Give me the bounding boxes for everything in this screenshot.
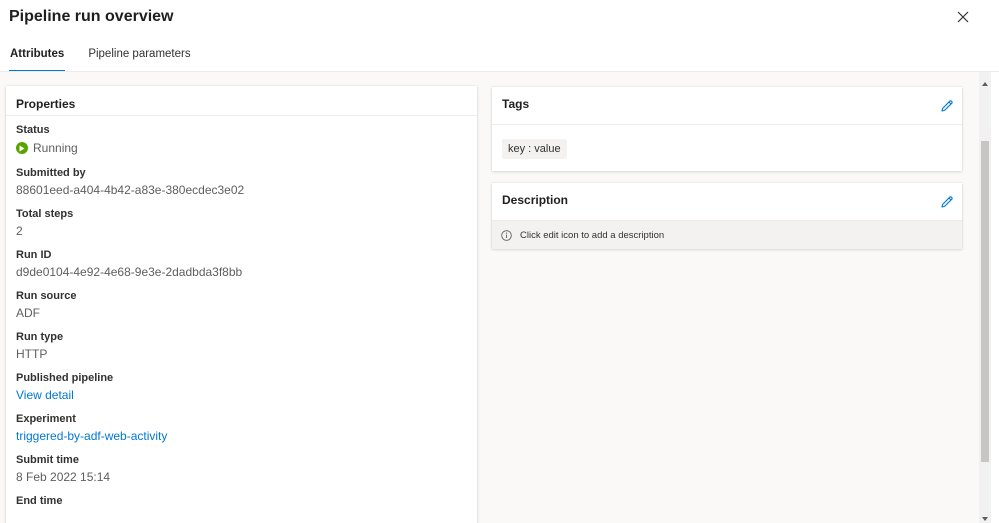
published-pipeline-field: Published pipeline View detail (16, 371, 113, 403)
published-pipeline-label: Published pipeline (16, 372, 114, 384)
description-info-text: Click edit icon to add a description (520, 229, 665, 241)
submitted-by-value: 88601eed-a404-4b42-a83e-380ecdec3e02 (16, 183, 245, 197)
run-id-value: d9de0104-4e92-4e68-9e3e-2dadbda3f8bb (16, 265, 243, 279)
total-steps-label: Total steps (16, 208, 74, 220)
experiment-label: Experiment (16, 413, 76, 425)
tab-attributes[interactable]: Attributes (9, 46, 66, 72)
tags-card: Tags key : value (492, 87, 962, 171)
close-icon (957, 11, 969, 23)
run-type-label: Run type (16, 331, 64, 343)
total-steps-value: 2 (16, 224, 23, 238)
experiment-field: Experiment triggered-by-adf-web-activity (16, 412, 167, 444)
edit-pencil-icon (941, 100, 953, 112)
submit-time-field: Submit time 8 Feb 2022 15:14 (16, 453, 110, 485)
submit-time-value: 8 Feb 2022 15:14 (16, 470, 111, 484)
view-detail-link[interactable]: View detail (16, 387, 113, 403)
run-source-value: ADF (16, 306, 40, 320)
panel-title: Pipeline run overview (9, 8, 174, 25)
scroll-up-arrow-icon[interactable] (981, 75, 989, 86)
run-source-label: Run source (16, 290, 77, 302)
submitted-by-field: Submitted by 88601eed-a404-4b42-a83e-380… (16, 166, 244, 198)
experiment-link[interactable]: triggered-by-adf-web-activity (16, 428, 167, 444)
submitted-by-label: Submitted by (16, 167, 86, 179)
edit-pencil-icon (941, 196, 953, 208)
content-area: Properties Status Running Submitted by 8… (0, 72, 979, 523)
status-label: Status (16, 124, 50, 136)
description-info-bar: Click edit icon to add a description (492, 221, 962, 249)
description-header: Description (492, 183, 962, 221)
submit-time-label: Submit time (16, 454, 79, 466)
run-type-field: Run type HTTP (16, 330, 63, 362)
scroll-down-arrow-icon[interactable] (981, 510, 989, 521)
tag-chip: key : value (502, 139, 567, 159)
edit-tags-button[interactable] (940, 99, 956, 115)
total-steps-field: Total steps 2 (16, 207, 73, 239)
properties-header: Properties (6, 86, 477, 116)
status-value: Running (33, 141, 78, 155)
close-button[interactable] (952, 6, 974, 28)
play-circle-icon (16, 142, 28, 154)
info-icon (501, 229, 512, 241)
run-type-value: HTTP (16, 347, 48, 361)
end-time-label: End time (16, 495, 63, 507)
tab-pipeline-parameters[interactable]: Pipeline parameters (87, 46, 191, 72)
description-card: Description Click edit icon to add a des… (492, 183, 962, 249)
vertical-scrollbar[interactable] (979, 72, 991, 523)
run-id-label: Run ID (16, 249, 52, 261)
status-field: Status Running (16, 123, 78, 156)
tab-list: Attributes Pipeline parameters (9, 46, 214, 72)
scrollbar-thumb[interactable] (981, 141, 989, 462)
edit-description-button[interactable] (940, 195, 956, 211)
tags-header: Tags (492, 87, 962, 125)
end-time-field: End time (16, 494, 62, 508)
properties-card: Properties Status Running Submitted by 8… (6, 86, 477, 523)
run-id-field: Run ID d9de0104-4e92-4e68-9e3e-2dadbda3f… (16, 248, 242, 280)
run-source-field: Run source ADF (16, 289, 77, 321)
